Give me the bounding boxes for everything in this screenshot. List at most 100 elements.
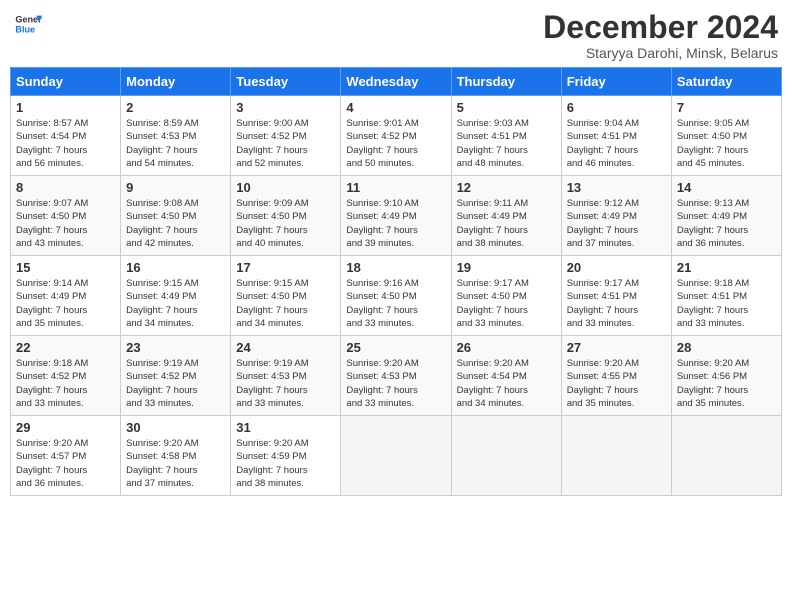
day-cell: 17 Sunrise: 9:15 AM Sunset: 4:50 PM Dayli… [231, 256, 341, 336]
day-cell: 15 Sunrise: 9:14 AM Sunset: 4:49 PM Dayli… [11, 256, 121, 336]
svg-text:Blue: Blue [15, 24, 35, 34]
day-info: Sunrise: 9:07 AM Sunset: 4:50 PM Dayligh… [16, 197, 115, 250]
day-cell: 7 Sunrise: 9:05 AM Sunset: 4:50 PM Daylig… [671, 96, 781, 176]
day-number: 29 [16, 420, 115, 435]
logo: General Blue [14, 10, 42, 38]
day-number: 6 [567, 100, 666, 115]
week-row-2: 8 Sunrise: 9:07 AM Sunset: 4:50 PM Daylig… [11, 176, 782, 256]
day-cell [671, 416, 781, 496]
day-cell: 21 Sunrise: 9:18 AM Sunset: 4:51 PM Dayli… [671, 256, 781, 336]
day-cell [561, 416, 671, 496]
day-info: Sunrise: 9:12 AM Sunset: 4:49 PM Dayligh… [567, 197, 666, 250]
day-number: 9 [126, 180, 225, 195]
day-cell: 24 Sunrise: 9:19 AM Sunset: 4:53 PM Dayli… [231, 336, 341, 416]
day-cell [451, 416, 561, 496]
week-row-3: 15 Sunrise: 9:14 AM Sunset: 4:49 PM Dayli… [11, 256, 782, 336]
day-info: Sunrise: 9:04 AM Sunset: 4:51 PM Dayligh… [567, 117, 666, 170]
calendar-header: SundayMondayTuesdayWednesdayThursdayFrid… [11, 68, 782, 96]
day-info: Sunrise: 9:20 AM Sunset: 4:58 PM Dayligh… [126, 437, 225, 490]
day-number: 16 [126, 260, 225, 275]
week-row-5: 29 Sunrise: 9:20 AM Sunset: 4:57 PM Dayli… [11, 416, 782, 496]
day-cell: 14Sunrise: 9:13 AM Sunset: 4:49 PM Dayli… [671, 176, 781, 256]
day-number: 22 [16, 340, 115, 355]
day-cell: 12 Sunrise: 9:11 AM Sunset: 4:49 PM Dayli… [451, 176, 561, 256]
day-number: 2 [126, 100, 225, 115]
day-number: 20 [567, 260, 666, 275]
day-info: Sunrise: 9:20 AM Sunset: 4:53 PM Dayligh… [346, 357, 445, 410]
day-info: Sunrise: 9:15 AM Sunset: 4:49 PM Dayligh… [126, 277, 225, 330]
day-cell: 22 Sunrise: 9:18 AM Sunset: 4:52 PM Dayli… [11, 336, 121, 416]
day-cell: 23Sunrise: 9:19 AM Sunset: 4:52 PM Dayli… [121, 336, 231, 416]
day-info: Sunrise: 9:20 AM Sunset: 4:57 PM Dayligh… [16, 437, 115, 490]
header-day-wednesday: Wednesday [341, 68, 451, 96]
day-info: Sunrise: 9:16 AM Sunset: 4:50 PM Dayligh… [346, 277, 445, 330]
calendar-body: 1Sunrise: 8:57 AM Sunset: 4:54 PM Daylig… [11, 96, 782, 496]
day-info: Sunrise: 8:59 AM Sunset: 4:53 PM Dayligh… [126, 117, 225, 170]
day-number: 3 [236, 100, 335, 115]
day-info: Sunrise: 9:10 AM Sunset: 4:49 PM Dayligh… [346, 197, 445, 250]
header-day-thursday: Thursday [451, 68, 561, 96]
day-number: 27 [567, 340, 666, 355]
day-info: Sunrise: 9:20 AM Sunset: 4:56 PM Dayligh… [677, 357, 776, 410]
day-number: 15 [16, 260, 115, 275]
header-day-sunday: Sunday [11, 68, 121, 96]
month-title: December 2024 [543, 10, 778, 45]
day-cell: 13 Sunrise: 9:12 AM Sunset: 4:49 PM Dayli… [561, 176, 671, 256]
day-info: Sunrise: 9:13 AM Sunset: 4:49 PM Dayligh… [677, 197, 776, 250]
day-number: 17 [236, 260, 335, 275]
day-cell: 5 Sunrise: 9:03 AM Sunset: 4:51 PM Daylig… [451, 96, 561, 176]
day-info: Sunrise: 9:03 AM Sunset: 4:51 PM Dayligh… [457, 117, 556, 170]
day-cell: 10Sunrise: 9:09 AM Sunset: 4:50 PM Dayli… [231, 176, 341, 256]
day-info: Sunrise: 9:18 AM Sunset: 4:52 PM Dayligh… [16, 357, 115, 410]
day-cell: 1Sunrise: 8:57 AM Sunset: 4:54 PM Daylig… [11, 96, 121, 176]
day-cell: 3Sunrise: 9:00 AM Sunset: 4:52 PM Daylig… [231, 96, 341, 176]
day-info: Sunrise: 9:20 AM Sunset: 4:59 PM Dayligh… [236, 437, 335, 490]
day-cell: 16 Sunrise: 9:15 AM Sunset: 4:49 PM Dayli… [121, 256, 231, 336]
day-number: 12 [457, 180, 556, 195]
day-cell: 11 Sunrise: 9:10 AM Sunset: 4:49 PM Dayli… [341, 176, 451, 256]
day-number: 13 [567, 180, 666, 195]
day-info: Sunrise: 9:18 AM Sunset: 4:51 PM Dayligh… [677, 277, 776, 330]
day-cell: 19Sunrise: 9:17 AM Sunset: 4:50 PM Dayli… [451, 256, 561, 336]
day-cell: 18Sunrise: 9:16 AM Sunset: 4:50 PM Dayli… [341, 256, 451, 336]
day-number: 28 [677, 340, 776, 355]
day-cell: 29 Sunrise: 9:20 AM Sunset: 4:57 PM Dayli… [11, 416, 121, 496]
day-info: Sunrise: 9:17 AM Sunset: 4:51 PM Dayligh… [567, 277, 666, 330]
day-number: 7 [677, 100, 776, 115]
day-cell: 31Sunrise: 9:20 AM Sunset: 4:59 PM Dayli… [231, 416, 341, 496]
day-cell: 30Sunrise: 9:20 AM Sunset: 4:58 PM Dayli… [121, 416, 231, 496]
day-number: 1 [16, 100, 115, 115]
page-header: General Blue December 2024 Staryya Daroh… [10, 10, 782, 61]
day-info: Sunrise: 9:19 AM Sunset: 4:53 PM Dayligh… [236, 357, 335, 410]
day-info: Sunrise: 9:17 AM Sunset: 4:50 PM Dayligh… [457, 277, 556, 330]
day-cell: 9 Sunrise: 9:08 AM Sunset: 4:50 PM Daylig… [121, 176, 231, 256]
day-info: Sunrise: 9:11 AM Sunset: 4:49 PM Dayligh… [457, 197, 556, 250]
day-number: 21 [677, 260, 776, 275]
day-cell: 28 Sunrise: 9:20 AM Sunset: 4:56 PM Dayli… [671, 336, 781, 416]
day-info: Sunrise: 9:08 AM Sunset: 4:50 PM Dayligh… [126, 197, 225, 250]
day-number: 4 [346, 100, 445, 115]
day-info: Sunrise: 9:20 AM Sunset: 4:54 PM Dayligh… [457, 357, 556, 410]
day-info: Sunrise: 9:15 AM Sunset: 4:50 PM Dayligh… [236, 277, 335, 330]
day-number: 8 [16, 180, 115, 195]
day-info: Sunrise: 9:05 AM Sunset: 4:50 PM Dayligh… [677, 117, 776, 170]
week-row-1: 1Sunrise: 8:57 AM Sunset: 4:54 PM Daylig… [11, 96, 782, 176]
day-number: 26 [457, 340, 556, 355]
day-cell: 6 Sunrise: 9:04 AM Sunset: 4:51 PM Daylig… [561, 96, 671, 176]
day-number: 25 [346, 340, 445, 355]
day-info: Sunrise: 9:14 AM Sunset: 4:49 PM Dayligh… [16, 277, 115, 330]
day-number: 10 [236, 180, 335, 195]
day-cell: 2 Sunrise: 8:59 AM Sunset: 4:53 PM Daylig… [121, 96, 231, 176]
day-cell: 27Sunrise: 9:20 AM Sunset: 4:55 PM Dayli… [561, 336, 671, 416]
header-day-friday: Friday [561, 68, 671, 96]
day-cell: 20 Sunrise: 9:17 AM Sunset: 4:51 PM Dayli… [561, 256, 671, 336]
day-number: 5 [457, 100, 556, 115]
location-subtitle: Staryya Darohi, Minsk, Belarus [543, 45, 778, 61]
week-row-4: 22 Sunrise: 9:18 AM Sunset: 4:52 PM Dayli… [11, 336, 782, 416]
day-number: 24 [236, 340, 335, 355]
day-info: Sunrise: 9:01 AM Sunset: 4:52 PM Dayligh… [346, 117, 445, 170]
day-cell: 8 Sunrise: 9:07 AM Sunset: 4:50 PM Daylig… [11, 176, 121, 256]
header-row: SundayMondayTuesdayWednesdayThursdayFrid… [11, 68, 782, 96]
day-cell: 26 Sunrise: 9:20 AM Sunset: 4:54 PM Dayli… [451, 336, 561, 416]
day-number: 11 [346, 180, 445, 195]
